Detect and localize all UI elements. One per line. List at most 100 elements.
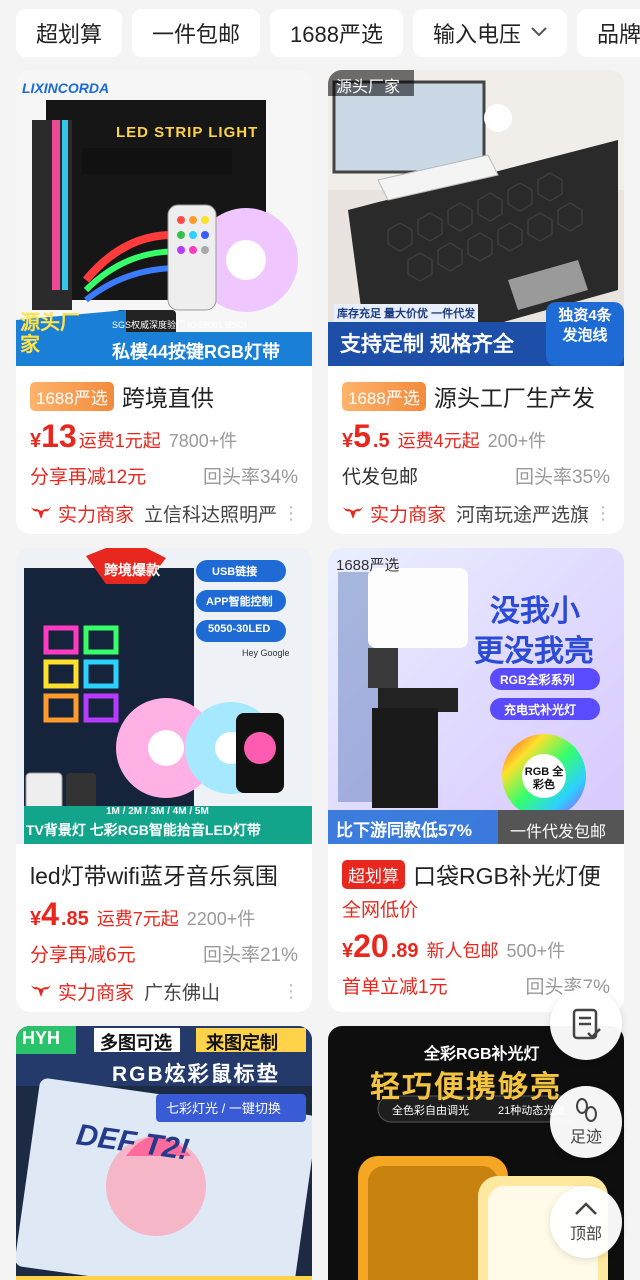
sub-text-1: 全色彩自由调光 bbox=[392, 1105, 469, 1117]
sold-count: 7800+件 bbox=[168, 431, 238, 451]
pill-led: 5050-30LED bbox=[208, 623, 271, 635]
headline: 轻巧便携够亮 bbox=[370, 1071, 562, 1104]
filter-bar: 超划算 一件包邮 1688严选 输入电压 品牌 bbox=[0, 0, 640, 66]
chip-label: 1688严选 bbox=[290, 22, 383, 47]
promo-text: 代发包邮 bbox=[342, 466, 419, 488]
product-card[interactable]: HYH 多图可选 来图定制 RGB炫彩鼠标垫 七彩灯光 / 一键切换 DEF T… bbox=[16, 1026, 312, 1280]
1688-select-tag: 1688严选 bbox=[30, 381, 114, 411]
top-text: 全彩RGB补光灯 bbox=[424, 1046, 540, 1063]
sold-count: 2200+件 bbox=[186, 909, 256, 929]
price-row: ¥ 13 运费1元起 7800+件 bbox=[30, 418, 298, 458]
shipping-fee: 运费7元起 bbox=[96, 909, 179, 929]
filter-chip-free-shipping[interactable]: 一件包邮 bbox=[132, 9, 261, 57]
more-icon[interactable]: ⋮ bbox=[282, 981, 298, 1002]
footprint-icon bbox=[576, 1098, 597, 1122]
corner-text: 源头厂家 bbox=[336, 79, 401, 96]
shipping-fee: 运费4元起 bbox=[397, 431, 480, 451]
price: 4 bbox=[41, 896, 59, 932]
top-label: 顶部 bbox=[569, 1226, 602, 1243]
product-title: 源头工厂生产发 bbox=[433, 385, 595, 411]
filter-chip-1688-select[interactable]: 1688严选 bbox=[270, 9, 403, 57]
price-decimal: .5 bbox=[372, 430, 390, 452]
back-to-top-button[interactable]: 顶部 bbox=[550, 1186, 622, 1258]
chip-label: 品牌 bbox=[597, 22, 640, 47]
super-deal-tag: 超划算 bbox=[342, 859, 405, 889]
product-card[interactable]: LIXINCORDA LED STRIP LIGHT 源头厂家 SGS权威深度验… bbox=[16, 70, 312, 534]
arrow-up-icon bbox=[575, 1202, 597, 1215]
chip-label: 超划算 bbox=[36, 22, 103, 47]
more-icon[interactable]: ⋮ bbox=[282, 503, 298, 524]
headline1: 没我小 bbox=[490, 595, 580, 628]
document-check-icon bbox=[572, 1008, 601, 1040]
price-decimal: .89 bbox=[390, 940, 419, 962]
strong-merchant-badge: 实力商家 bbox=[370, 504, 447, 526]
repurchase-rate: 回头率35% bbox=[514, 466, 610, 488]
promo-text: 分享再减12元 bbox=[30, 466, 147, 488]
footprint-label: 足迹 bbox=[569, 1129, 602, 1146]
banner-text: 支持定制 规格齐全 bbox=[340, 333, 514, 356]
seller-name: 立信科达照明严 bbox=[144, 504, 276, 526]
brand-logo: LIXINCORDA bbox=[22, 80, 110, 96]
currency-symbol: ¥ bbox=[30, 430, 42, 452]
wheel-label: RGB 全彩色 bbox=[524, 766, 564, 791]
price: 5 bbox=[353, 418, 371, 454]
product-title: led灯带wifi蓝牙音乐氛围 bbox=[30, 863, 278, 889]
seller-name: 河南玩途严选旗 bbox=[456, 504, 588, 526]
filter-chip-input-voltage[interactable]: 输入电压 bbox=[412, 9, 567, 57]
pill-usb: USB链接 bbox=[212, 566, 258, 578]
sizes-text: 1M / 2M / 3M / 4M / 5M bbox=[106, 806, 209, 817]
seller-row[interactable]: 实力商家 广东佛山 ⋮ bbox=[30, 972, 298, 1010]
chevron-down-icon bbox=[531, 24, 547, 42]
bull-icon bbox=[31, 985, 51, 997]
shipping-fee: 运费1元起 bbox=[78, 431, 161, 451]
price-row: ¥ 5 .5 运费4元起 200+件 bbox=[342, 418, 610, 458]
price-row: ¥ 20 .89 新人包邮 500+件 bbox=[342, 928, 610, 968]
small-text: 库存充足 量大价优 一件代发 bbox=[334, 304, 479, 322]
product-image[interactable]: 1688严选 没我小 更没我亮 RGB全彩系列 充电式补光灯 RGB 全彩色 比… bbox=[328, 548, 624, 844]
product-card[interactable]: 源头厂家 库存充足 量大价优 一件代发 支持定制 规格齐全 独资4条 发泡线 1… bbox=[328, 70, 624, 534]
price-decimal: .85 bbox=[60, 908, 89, 930]
product-image[interactable]: HYH 多图可选 来图定制 RGB炫彩鼠标垫 七彩灯光 / 一键切换 DEF T… bbox=[16, 1026, 312, 1280]
footprint-button[interactable]: 足迹 bbox=[550, 1086, 622, 1158]
price: 20 bbox=[353, 928, 389, 964]
brand-text: HYH bbox=[22, 1028, 61, 1048]
banner-right: 一件代发包邮 bbox=[510, 824, 607, 841]
list-view-button[interactable] bbox=[550, 988, 622, 1060]
headline: RGB炫彩鼠标垫 bbox=[112, 1063, 280, 1086]
banner-text: 私模44按键RGB灯带 bbox=[112, 342, 281, 362]
top-text-1: 多图可选 bbox=[100, 1033, 172, 1053]
sold-count: 500+件 bbox=[506, 941, 566, 961]
pill-app: APP智能控制 bbox=[206, 596, 273, 608]
product-image[interactable]: LIXINCORDA LED STRIP LIGHT 源头厂家 SGS权威深度验… bbox=[16, 70, 312, 366]
seller-row[interactable]: 实力商家 河南玩途严选旗 ⋮ bbox=[342, 494, 610, 532]
sold-count: 200+件 bbox=[487, 431, 547, 451]
product-title: 跨境直供 bbox=[121, 385, 214, 411]
price: 13 bbox=[41, 418, 77, 454]
filter-chip-brand[interactable]: 品牌 bbox=[577, 9, 640, 57]
product-card[interactable]: 1688严选 没我小 更没我亮 RGB全彩系列 充电式补光灯 RGB 全彩色 比… bbox=[328, 548, 624, 1012]
corner-text: 1688严选 bbox=[336, 557, 400, 574]
shipping-fee: 新人包邮 bbox=[426, 941, 499, 961]
banner-text: TV背景灯 七彩RGB智能拾音LED灯带 bbox=[26, 822, 261, 838]
pill-charge: 充电式补光灯 bbox=[504, 703, 577, 717]
promo-text: 首单立减1元 bbox=[342, 976, 448, 998]
promo-text: 分享再减6元 bbox=[30, 944, 136, 966]
filter-chip-super-deal[interactable]: 超划算 bbox=[16, 9, 123, 57]
product-image[interactable]: 源头厂家 库存充足 量大价优 一件代发 支持定制 规格齐全 独资4条 发泡线 bbox=[328, 70, 624, 366]
price-row: ¥ 4 .85 运费7元起 2200+件 bbox=[30, 896, 298, 936]
bull-icon bbox=[343, 507, 363, 519]
seller-name: 广东佛山 bbox=[144, 982, 221, 1004]
product-card[interactable]: 跨境爆款 USB链接 APP智能控制 5050-30LED Hey Google… bbox=[16, 548, 312, 1012]
more-icon[interactable]: ⋮ bbox=[594, 503, 610, 524]
currency-symbol: ¥ bbox=[30, 908, 42, 930]
chip-label: 一件包邮 bbox=[152, 22, 241, 47]
top-text-2: 来图定制 bbox=[206, 1033, 278, 1053]
product-image[interactable]: 跨境爆款 USB链接 APP智能控制 5050-30LED Hey Google… bbox=[16, 548, 312, 844]
currency-symbol: ¥ bbox=[342, 940, 354, 962]
corner-text: 源头厂家 bbox=[20, 312, 80, 356]
side-text: 独资4条 发泡线 bbox=[558, 307, 612, 344]
seller-row[interactable]: 实力商家 立信科达照明严 ⋮ bbox=[30, 494, 298, 532]
sub-text: 七彩灯光 / 一键切换 bbox=[166, 1101, 281, 1116]
lowest-price-text: 全网低价 bbox=[342, 899, 419, 921]
pill-rgb: RGB全彩系列 bbox=[500, 673, 575, 687]
